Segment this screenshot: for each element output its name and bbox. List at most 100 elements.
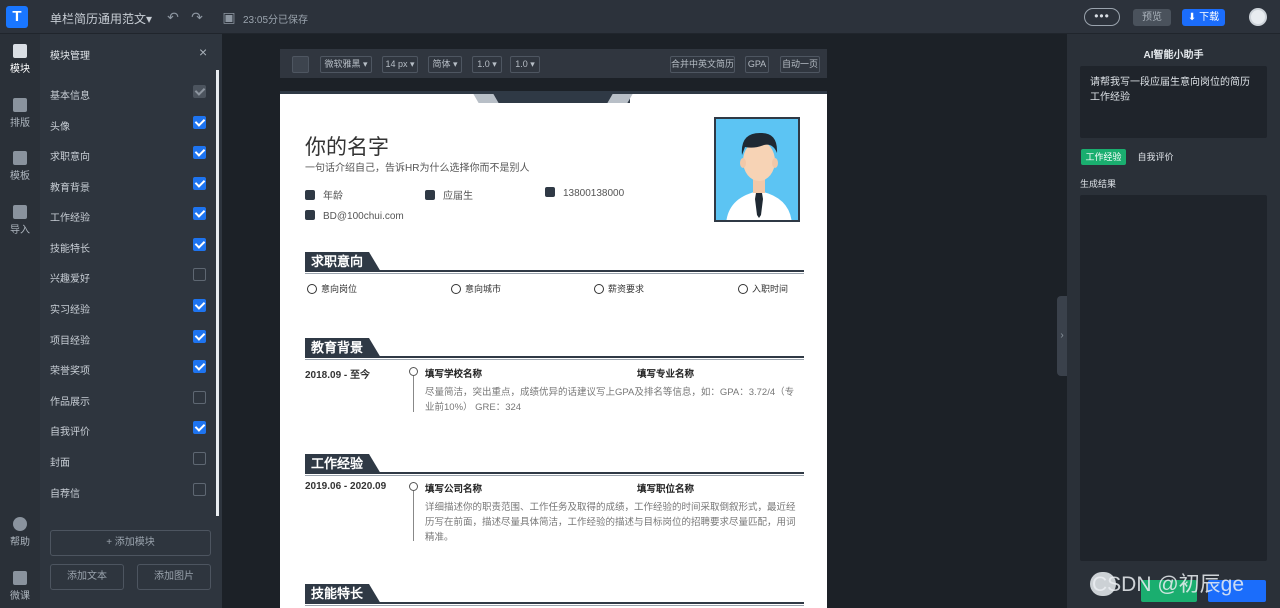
module-row[interactable]: 作品展示 [50, 385, 206, 415]
module-checkbox[interactable] [193, 146, 206, 159]
nav-course-label: 微课 [10, 591, 30, 602]
module-row[interactable]: 基本信息 [50, 79, 206, 109]
module-list-scrollbar[interactable] [216, 70, 219, 516]
work-company[interactable]: 填写公司名称 [425, 481, 482, 495]
resume-name[interactable]: 你的名字 [305, 131, 389, 161]
module-row[interactable]: 项目经验 [50, 324, 206, 354]
undo-icon[interactable]: ↶ [165, 9, 181, 25]
module-row[interactable]: 自荐信 [50, 477, 206, 507]
module-row[interactable]: 实习经验 [50, 293, 206, 323]
module-checkbox[interactable] [193, 268, 206, 281]
nav-layout[interactable]: 排版 [0, 98, 40, 129]
work-role[interactable]: 填写职位名称 [637, 481, 694, 495]
section-header-intent[interactable]: 求职意向 [305, 252, 804, 274]
intent-salary[interactable]: 薪资要求 [594, 282, 644, 295]
module-row[interactable]: 求职意向 [50, 140, 206, 170]
merge-languages-button[interactable]: 合并中英文简历 [670, 56, 735, 73]
font-family-select[interactable]: 微软雅黑 ▾ [320, 56, 372, 73]
app-logo[interactable]: T [6, 6, 28, 28]
education-school[interactable]: 填写学校名称 [425, 366, 482, 380]
watermark: CSDN @初辰ge [1092, 573, 1245, 596]
preview-button[interactable]: 预览 [1133, 9, 1171, 26]
nav-templates[interactable]: 模板 [0, 151, 40, 182]
modules-icon [13, 44, 27, 58]
one-page-button[interactable]: 自动一页 [780, 56, 820, 73]
add-image-button[interactable]: 添加图片 [137, 564, 211, 590]
color-swatch[interactable] [292, 56, 309, 73]
education-date[interactable]: 2018.09 - 至今 [305, 366, 370, 381]
close-icon[interactable]: × [199, 44, 207, 60]
module-label: 头像 [50, 122, 70, 133]
ai-result-label: 生成结果 [1080, 179, 1117, 189]
info-status[interactable]: 应届生 [425, 187, 473, 202]
ai-result-area[interactable] [1080, 195, 1267, 561]
work-description[interactable]: 详细描述你的职责范围、工作任务及取得的成绩，工作经验的时间采取倒叙形式，最近经历… [425, 500, 803, 545]
script-select[interactable]: 简体 ▾ [428, 56, 462, 73]
intent-position[interactable]: 意向岗位 [307, 282, 357, 295]
tab-self-evaluation[interactable]: 自我评价 [1133, 149, 1178, 165]
module-checkbox[interactable] [193, 452, 206, 465]
download-button[interactable]: ⬇ 下载 [1182, 9, 1225, 26]
education-description[interactable]: 尽量简洁，突出重点，成绩优异的话建议写上GPA及排名等信息，如：GPA：3.72… [425, 385, 803, 415]
ai-panel-title: AI智能小助手 [1143, 50, 1204, 61]
module-row[interactable]: 荣誉奖项 [50, 354, 206, 384]
font-size-select[interactable]: 14 px ▾ [382, 56, 418, 73]
info-phone[interactable]: 13800138000 [545, 187, 624, 199]
module-checkbox[interactable] [193, 330, 206, 343]
module-checkbox[interactable] [193, 238, 206, 251]
module-row[interactable]: 兴趣爱好 [50, 262, 206, 292]
gpa-button[interactable]: GPA [745, 56, 769, 73]
panel-collapse-handle[interactable]: › [1057, 296, 1067, 376]
module-row[interactable]: 自我评价 [50, 415, 206, 445]
info-status-value: 应届生 [443, 191, 473, 202]
module-checkbox[interactable] [193, 421, 206, 434]
nav-course[interactable]: 微课 [0, 571, 40, 602]
module-label: 教育背景 [50, 183, 90, 194]
module-checkbox[interactable] [193, 177, 206, 190]
line-height-select[interactable]: 1.0 ▾ [472, 56, 502, 73]
building-icon [451, 284, 461, 294]
education-major[interactable]: 填写专业名称 [637, 366, 694, 380]
tab-work-experience[interactable]: 工作经验 [1081, 149, 1126, 165]
intent-salary-label: 薪资要求 [608, 284, 645, 294]
intent-start[interactable]: 入职时间 [738, 282, 788, 295]
module-row[interactable]: 技能特长 [50, 232, 206, 262]
ai-prompt-input[interactable]: 请帮我写一段应届生意向岗位的简历工作经验 [1080, 66, 1267, 138]
more-button[interactable]: ••• [1084, 8, 1120, 26]
intent-city[interactable]: 意向城市 [451, 282, 501, 295]
module-row[interactable]: 头像 [50, 110, 206, 140]
module-checkbox[interactable] [193, 299, 206, 312]
module-checkbox[interactable] [193, 483, 206, 496]
add-module-button[interactable]: + 添加模块 [50, 530, 211, 556]
section-header-skills[interactable]: 技能特长 [305, 584, 804, 606]
section-header-education[interactable]: 教育背景 [305, 338, 804, 360]
nav-help[interactable]: 帮助 [0, 517, 40, 548]
module-label: 实习经验 [50, 305, 90, 316]
module-row[interactable]: 工作经验 [50, 201, 206, 231]
add-text-button[interactable]: 添加文本 [50, 564, 124, 590]
module-label: 工作经验 [50, 213, 90, 224]
redo-icon[interactable]: ↷ [189, 9, 205, 25]
save-icon[interactable]: ▣ [221, 9, 237, 25]
spacing-select[interactable]: 1.0 ▾ [510, 56, 540, 73]
resume-tagline[interactable]: 一句话介绍自己，告诉HR为什么选择你而不是别人 [305, 159, 529, 174]
resume-page[interactable]: 你的名字 一句话介绍自己，告诉HR为什么选择你而不是别人 年龄 应届生 1380… [280, 91, 827, 608]
module-checkbox[interactable] [193, 116, 206, 129]
nav-import[interactable]: 导入 [0, 205, 40, 236]
info-email[interactable]: BD@100chui.com [305, 210, 404, 222]
user-avatar[interactable] [1249, 8, 1267, 26]
info-age[interactable]: 年龄 [305, 187, 343, 202]
module-checkbox[interactable] [193, 207, 206, 220]
section-title: 求职意向 [305, 252, 382, 272]
document-title-dropdown[interactable]: 单栏简历通用范文▾ [50, 10, 152, 27]
module-row[interactable]: 封面 [50, 446, 206, 476]
editor-canvas: 微软雅黑 ▾ 14 px ▾ 简体 ▾ 1.0 ▾ 1.0 ▾ 合并中英文简历 … [222, 34, 1067, 608]
calendar-icon [305, 190, 315, 200]
avatar-photo[interactable] [714, 117, 800, 222]
nav-modules[interactable]: 模块 [0, 44, 40, 75]
module-checkbox[interactable] [193, 360, 206, 373]
module-checkbox[interactable] [193, 391, 206, 404]
section-header-work[interactable]: 工作经验 [305, 454, 804, 476]
work-date[interactable]: 2019.06 - 2020.09 [305, 481, 386, 492]
module-row[interactable]: 教育背景 [50, 171, 206, 201]
